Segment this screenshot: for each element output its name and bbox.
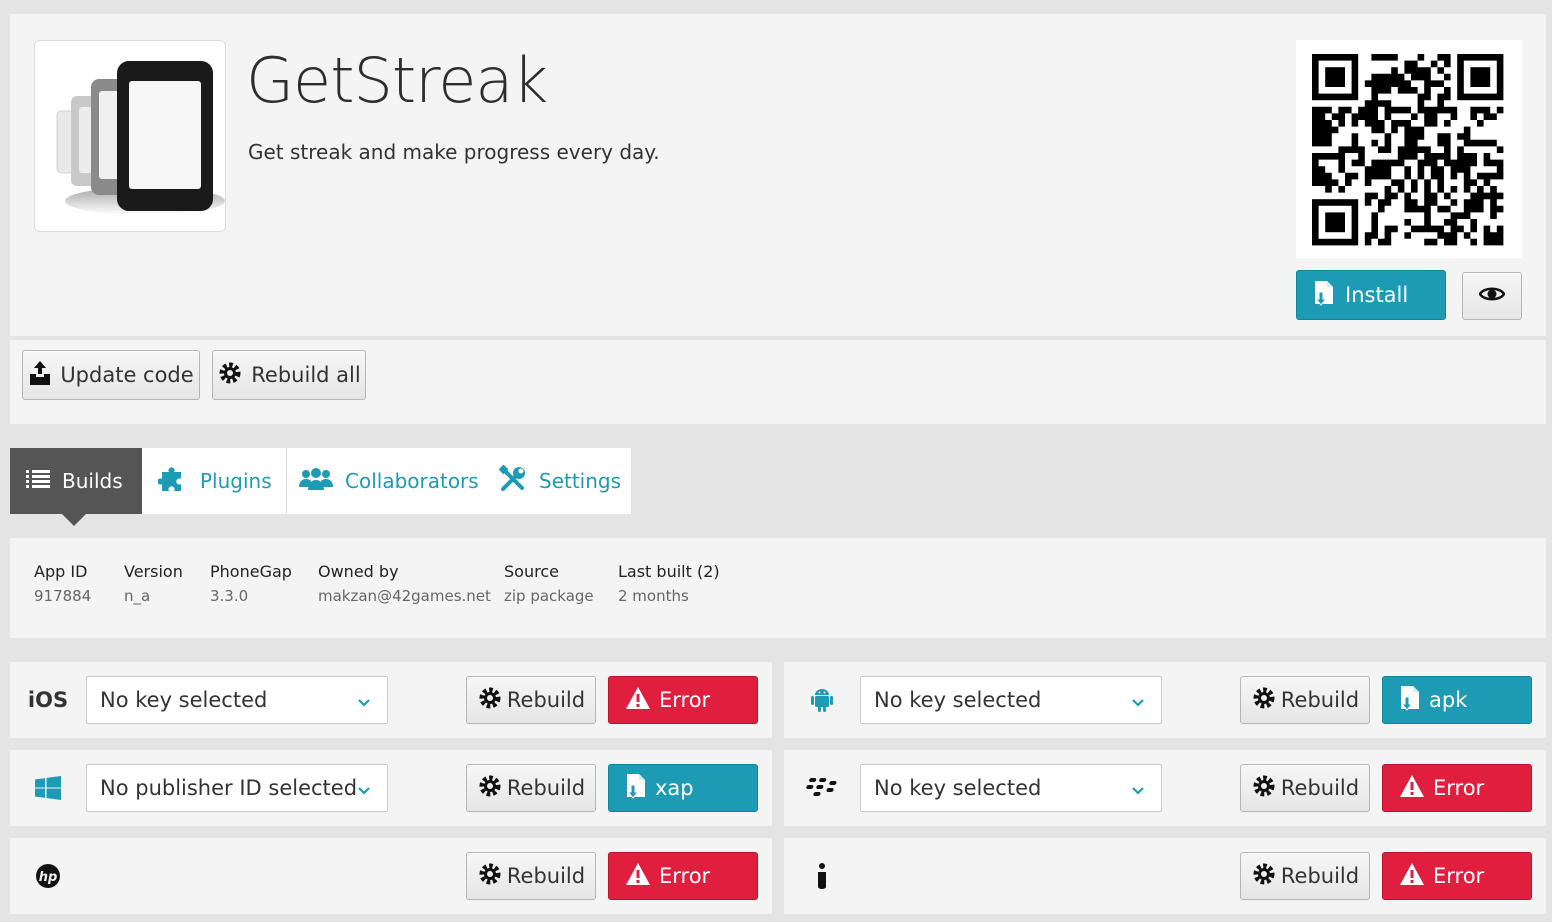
rebuild-all-button[interactable]: Rebuild all <box>212 350 366 400</box>
tab-builds-label: Builds <box>62 469 123 493</box>
rebuild-all-label: Rebuild all <box>251 363 361 387</box>
info-version: Version n_a <box>124 562 183 605</box>
update-code-button[interactable]: Update code <box>22 350 200 400</box>
upload-box-icon <box>28 360 52 391</box>
chevron-down-icon <box>357 780 371 804</box>
people-icon <box>299 467 333 496</box>
android-rebuild-button[interactable]: Rebuild <box>1240 676 1370 724</box>
platform-row-blackberry: No key selected Rebuild Error <box>784 750 1546 826</box>
rebuild-gear-icon <box>477 773 503 804</box>
info-last-built: Last built (2) 2 months <box>618 562 720 605</box>
tab-plugins[interactable]: Plugins <box>142 448 286 514</box>
app-header: GetStreak Get streak and make progress e… <box>10 14 1546 336</box>
platform-row-symbian: Rebuild Error <box>784 838 1546 914</box>
windows-publisher-select[interactable]: No publisher ID selected <box>86 764 388 812</box>
app-icon <box>34 40 226 232</box>
app-title: GetStreak <box>246 44 548 117</box>
windows-rebuild-button[interactable]: Rebuild <box>466 764 596 812</box>
info-phonegap: PhoneGap 3.3.0 <box>210 562 292 605</box>
blackberry-rebuild-button[interactable]: Rebuild <box>1240 764 1370 812</box>
android-icon <box>802 662 842 738</box>
warning-icon <box>1399 862 1425 891</box>
webos-rebuild-button[interactable]: Rebuild <box>466 852 596 900</box>
tab-builds[interactable]: Builds <box>10 448 142 526</box>
list-icon <box>26 469 50 494</box>
tab-bar: Builds Plugins Collaborators Settings <box>10 448 631 526</box>
download-file-icon <box>1313 280 1335 311</box>
qr-code-image <box>1312 54 1504 246</box>
info-owner: Owned by makzan@42games.net <box>318 562 491 605</box>
warning-icon <box>625 686 651 715</box>
platform-row-android: No key selected Rebuild apk <box>784 662 1546 738</box>
chevron-down-icon <box>1131 692 1145 716</box>
blackberry-icon <box>802 750 842 826</box>
wrench-icon <box>498 464 527 498</box>
warning-icon <box>1399 774 1425 803</box>
blackberry-key-select[interactable]: No key selected <box>860 764 1162 812</box>
preview-button[interactable] <box>1462 272 1522 320</box>
platform-label-ios: iOS <box>27 688 69 712</box>
phonegap-app-icon <box>56 61 225 215</box>
android-apk-download-button[interactable]: apk <box>1382 676 1532 724</box>
chevron-down-icon <box>357 692 371 716</box>
svg-text:hp: hp <box>39 870 58 885</box>
ios-error-button[interactable]: Error <box>608 676 758 724</box>
rebuild-gear-icon <box>477 685 503 716</box>
toolbar: Update code Rebuild all <box>10 340 1546 424</box>
symbian-rebuild-button[interactable]: Rebuild <box>1240 852 1370 900</box>
rebuild-gear-icon <box>477 861 503 892</box>
rebuild-gear-icon <box>217 360 243 391</box>
warning-icon <box>625 862 651 891</box>
eye-icon <box>1478 284 1506 308</box>
tab-settings-label: Settings <box>539 469 622 493</box>
info-i-icon <box>802 838 842 914</box>
download-file-icon <box>625 773 647 804</box>
rebuild-gear-icon <box>1251 685 1277 716</box>
info-app-id: App ID 917884 <box>34 562 92 605</box>
update-code-label: Update code <box>60 363 194 387</box>
rebuild-gear-icon <box>1251 861 1277 892</box>
app-info-bar: App ID 917884 Version n_a PhoneGap 3.3.0… <box>10 538 1546 638</box>
hp-icon: hp <box>28 838 68 914</box>
info-source: Source zip package <box>504 562 594 605</box>
ios-rebuild-button[interactable]: Rebuild <box>466 676 596 724</box>
rebuild-gear-icon <box>1251 773 1277 804</box>
ios-key-select[interactable]: No key selected <box>86 676 388 724</box>
windows-icon <box>28 750 68 826</box>
tab-collaborators[interactable]: Collaborators <box>287 448 483 514</box>
chevron-down-icon <box>1131 780 1145 804</box>
android-key-select[interactable]: No key selected <box>860 676 1162 724</box>
windows-xap-download-button[interactable]: xap <box>608 764 758 812</box>
download-file-icon <box>1399 685 1421 716</box>
webos-error-button[interactable]: Error <box>608 852 758 900</box>
blackberry-error-button[interactable]: Error <box>1382 764 1532 812</box>
app-description: Get streak and make progress every day. <box>248 140 660 164</box>
platform-row-ios: iOS No key selected Rebuild Error <box>10 662 772 738</box>
tab-settings[interactable]: Settings <box>483 448 631 514</box>
qr-code <box>1296 40 1522 258</box>
platform-row-windows: No publisher ID selected Rebuild xap <box>10 750 772 826</box>
install-label: Install <box>1345 283 1409 307</box>
tab-collaborators-label: Collaborators <box>345 469 479 493</box>
install-button[interactable]: Install <box>1296 270 1446 320</box>
tab-plugins-label: Plugins <box>200 469 272 493</box>
puzzle-icon <box>157 464 188 499</box>
symbian-error-button[interactable]: Error <box>1382 852 1532 900</box>
platform-row-webos: hp Rebuild Error <box>10 838 772 914</box>
